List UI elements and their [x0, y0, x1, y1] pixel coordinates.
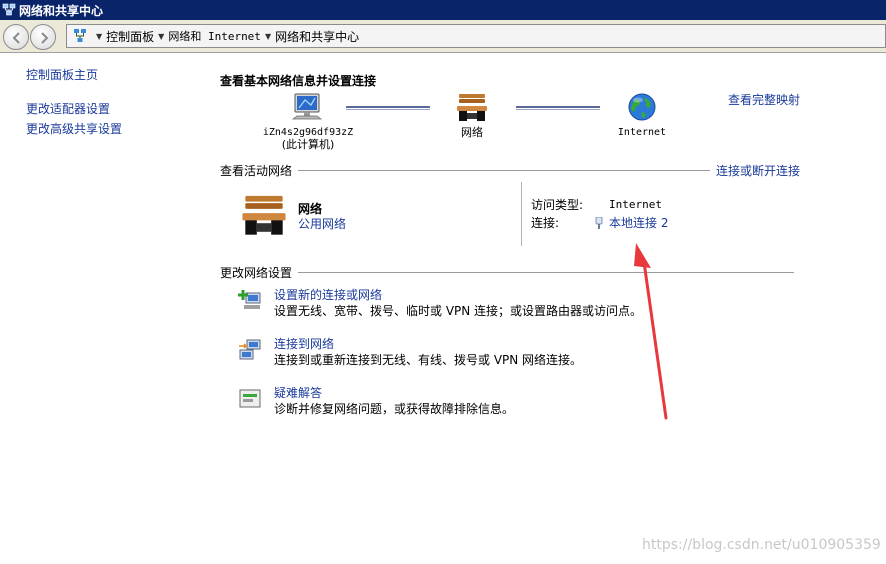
bench-network-icon — [457, 94, 487, 121]
forward-arrow-icon — [41, 32, 49, 44]
address-field[interactable]: ▼ 控制面板 ▼ 网络和 Internet ▼ 网络和共享中心 — [66, 24, 886, 48]
local-connection-link[interactable]: 本地连接 2 — [609, 214, 668, 232]
access-type-value: Internet — [609, 198, 662, 211]
connect-disconnect-link[interactable]: 连接或断开连接 — [716, 162, 800, 179]
network-node-label: 网络 — [461, 126, 483, 139]
ethernet-plug-icon — [595, 217, 603, 229]
address-bar: ▼ 控制面板 ▼ 网络和 Internet ▼ 网络和共享中心 — [0, 20, 886, 53]
watermark: https://blog.csdn.net/u010905359 — [642, 537, 881, 553]
troubleshoot-desc: 诊断并修复网络问题，或获得故障排除信息。 — [274, 402, 515, 416]
active-networks-header: 查看活动网络 连接或断开连接 — [220, 162, 800, 179]
connections-label: 连接: — [531, 216, 560, 230]
control-panel-home-link[interactable]: 控制面板主页 — [26, 67, 206, 83]
back-arrow-icon — [12, 32, 20, 44]
window-title: 网络和共享中心 — [19, 3, 104, 18]
this-computer-label: (此计算机) — [281, 138, 335, 151]
bench-network-icon — [242, 195, 286, 235]
crumb-network-internet[interactable]: 网络和 Internet — [168, 28, 261, 44]
network-center-icon — [2, 3, 16, 16]
connect-to-network-link[interactable]: 连接到网络 — [274, 336, 334, 352]
section-divider — [298, 170, 710, 171]
change-settings-header: 更改网络设置 — [220, 264, 800, 281]
control-panel-icon — [74, 29, 86, 42]
crumb-separator-icon[interactable]: ▼ — [158, 32, 164, 41]
troubleshoot-link[interactable]: 疑难解答 — [274, 385, 322, 401]
left-task-pane: 控制面板主页 更改适配器设置 更改高级共享设置 — [26, 67, 206, 137]
access-info: 访问类型: Internet 连接: 本地连接 2 — [531, 196, 668, 232]
task-setup-connection[interactable]: 设置新的连接或网络 设置无线、宽带、拨号、临时或 VPN 连接；或设置路由器或访… — [238, 287, 798, 323]
setup-connection-link[interactable]: 设置新的连接或网络 — [274, 287, 382, 303]
change-advanced-sharing-link[interactable]: 更改高级共享设置 — [26, 121, 206, 137]
setup-connection-desc: 设置无线、宽带、拨号、临时或 VPN 连接；或设置路由器或访问点。 — [274, 304, 643, 318]
connect-network-icon — [239, 339, 261, 360]
crumb-control-panel[interactable]: 控制面板 — [106, 28, 154, 45]
crumb-separator-icon[interactable]: ▼ — [96, 32, 102, 41]
connection-line — [346, 106, 430, 110]
internet-node[interactable]: Internet — [610, 92, 674, 139]
forward-button[interactable] — [30, 24, 56, 50]
vertical-divider — [521, 182, 522, 246]
computer-icon — [291, 93, 323, 120]
task-connect-to-network[interactable]: 连接到网络 连接到或重新连接到无线、有线、拨号或 VPN 网络连接。 — [238, 336, 798, 372]
crumb-network-sharing-center[interactable]: 网络和共享中心 — [275, 28, 359, 45]
access-type-label: 访问类型: — [531, 198, 584, 212]
active-networks-title: 查看活动网络 — [220, 164, 293, 178]
page-title: 查看基本网络信息并设置连接 — [220, 74, 377, 88]
back-button[interactable] — [3, 24, 29, 50]
active-network-card: 网络 公用网络 — [238, 193, 518, 245]
crumb-separator-icon[interactable]: ▼ — [265, 32, 271, 41]
globe-icon — [628, 93, 656, 121]
change-settings-title: 更改网络设置 — [220, 266, 293, 280]
network-map: iZn4s2g96df93zZ (此计算机) 网络 Internet — [220, 90, 810, 160]
network-type-link[interactable]: 公用网络 — [298, 215, 346, 232]
task-troubleshoot[interactable]: 疑难解答 诊断并修复网络问题，或获得故障排除信息。 — [238, 385, 798, 421]
connect-to-network-desc: 连接到或重新连接到无线、有线、拨号或 VPN 网络连接。 — [274, 353, 583, 367]
new-connection-icon — [238, 290, 261, 309]
troubleshoot-icon — [239, 389, 261, 408]
internet-node-label: Internet — [617, 127, 667, 138]
title-bar: 网络和共享中心 — [0, 0, 886, 20]
computer-node[interactable]: iZn4s2g96df93zZ (此计算机) — [258, 92, 358, 151]
section-divider — [298, 272, 794, 273]
change-adapter-settings-link[interactable]: 更改适配器设置 — [26, 101, 206, 117]
network-node[interactable]: 网络 — [446, 92, 498, 139]
connection-line — [516, 106, 600, 110]
